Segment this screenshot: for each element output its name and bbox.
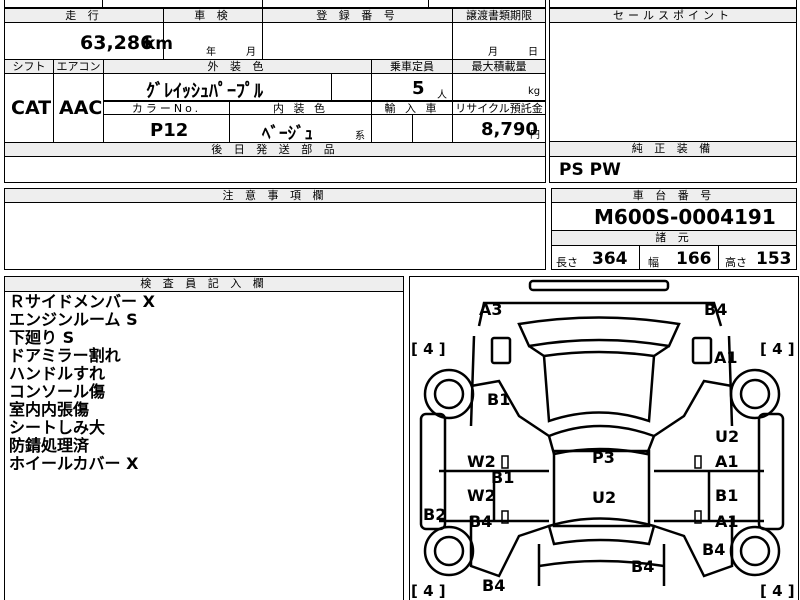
capacity-unit: 人 bbox=[437, 90, 447, 101]
shift-value: CAT bbox=[11, 97, 52, 119]
registration-cell bbox=[262, 22, 453, 60]
specs-height-label: 高さ bbox=[725, 256, 747, 269]
exterior-color-sub-cell bbox=[331, 73, 372, 101]
specs-height-value: 153 bbox=[756, 249, 792, 269]
mileage-value: 63,286 bbox=[80, 32, 154, 54]
inspector-note: エンジンルーム S bbox=[9, 310, 138, 329]
notes-header: 注 意 事 項 欄 bbox=[4, 188, 546, 203]
chassis-value: M600S-0004191 bbox=[594, 205, 776, 229]
notes-cell bbox=[4, 202, 546, 270]
interior-color-header: 内 装 色 bbox=[229, 101, 372, 115]
genuine-equipment-value: PS PW bbox=[559, 160, 621, 180]
transfer-header: 譲渡書類期限 bbox=[452, 8, 546, 23]
aircon-header: エアコン bbox=[53, 59, 104, 74]
specs-header: 諸 元 bbox=[551, 230, 797, 246]
inspection-year-unit: 年 bbox=[206, 47, 216, 58]
inspector-note: ハンドルすれ bbox=[9, 364, 106, 383]
damage-mark: A1 bbox=[714, 348, 738, 367]
later-parts-header: 後 日 発 送 部 品 bbox=[4, 142, 546, 157]
max-load-header: 最大積載量 bbox=[452, 59, 546, 74]
color-no-value: P12 bbox=[150, 120, 189, 141]
damage-mark: B4 bbox=[482, 576, 506, 595]
damage-mark: P3 bbox=[592, 448, 615, 467]
damage-mark: B4 bbox=[702, 540, 726, 559]
inspector-note: 室内内張傷 bbox=[9, 400, 90, 419]
specs-length-value: 364 bbox=[592, 249, 628, 269]
damage-mark: W2 bbox=[467, 486, 496, 505]
inspector-note: ホイールカバー X bbox=[9, 454, 139, 473]
import-cell-left bbox=[371, 114, 413, 143]
tire-rl-value: 4 bbox=[423, 582, 434, 600]
registration-header: 登 録 番 号 bbox=[262, 8, 453, 23]
inspection-header: 車 検 bbox=[163, 8, 263, 23]
top-strip-divider bbox=[102, 0, 103, 8]
damage-mark: B4 bbox=[631, 557, 655, 576]
mileage-header: 走 行 bbox=[4, 8, 164, 23]
specs-length-label: 長さ bbox=[556, 256, 578, 269]
inspector-note: 防錆処理済 bbox=[9, 436, 90, 455]
inspector-note: コンソール傷 bbox=[9, 382, 106, 401]
car-diagram bbox=[419, 279, 785, 586]
damage-mark: A1 bbox=[715, 512, 739, 531]
damage-mark: B2 bbox=[423, 505, 447, 524]
sales-point-header: セールスポイント bbox=[549, 8, 797, 23]
top-strip bbox=[4, 0, 546, 8]
inspector-notes-list: Ｒサイドメンバー X エンジンルーム S 下廻り S ドアミラー割れ ハンドルす… bbox=[9, 293, 155, 473]
inspector-header: 検 査 員 記 入 欄 bbox=[4, 276, 404, 292]
damage-mark: B1 bbox=[487, 390, 511, 409]
interior-color-suffix: 系 bbox=[355, 131, 365, 142]
exterior-color-header: 外 装 色 bbox=[103, 59, 372, 74]
transfer-day-unit: 日 bbox=[528, 47, 538, 58]
damage-mark: B4 bbox=[704, 300, 728, 319]
damage-mark: U2 bbox=[715, 427, 740, 446]
inspector-note: シートしみ大 bbox=[9, 418, 106, 437]
specs-width-value: 166 bbox=[676, 249, 712, 269]
damage-mark: B4 bbox=[469, 512, 493, 531]
inspector-note: 下廻り S bbox=[9, 328, 75, 347]
tire-rr-label: [ 4 ] bbox=[760, 582, 795, 600]
genuine-equipment-header: 純 正 装 備 bbox=[549, 141, 797, 157]
tire-fr-label: [ 4 ] bbox=[760, 340, 795, 358]
chassis-header: 車 台 番 号 bbox=[551, 188, 797, 203]
exterior-color-value: ｸﾞﾚｲｯｼｭﾊﾟｰﾌﾟﾙ bbox=[146, 81, 263, 102]
damage-mark: A3 bbox=[479, 300, 503, 319]
aircon-value: AAC bbox=[59, 97, 103, 119]
specs-width-label: 幅 bbox=[648, 256, 659, 269]
inspection-month-unit: 月 bbox=[246, 47, 256, 58]
inspector-note: ドアミラー割れ bbox=[9, 346, 121, 365]
damage-mark: B1 bbox=[491, 468, 515, 487]
damage-mark: B1 bbox=[715, 486, 739, 505]
tire-rl-label: [ 4 ] bbox=[411, 582, 446, 600]
damage-mark: A1 bbox=[715, 452, 739, 471]
max-load-unit: kg bbox=[528, 86, 541, 97]
sales-point-cell bbox=[549, 22, 797, 142]
interior-color-value: ﾍﾞｰｼﾞｭ bbox=[262, 124, 313, 144]
damage-mark: U2 bbox=[592, 488, 617, 507]
recycle-unit: 円 bbox=[530, 130, 540, 141]
tire-fl-label: [ 4 ] bbox=[411, 340, 446, 358]
capacity-value: 5 bbox=[412, 78, 425, 99]
tire-fl-value: 4 bbox=[423, 340, 434, 358]
import-header: 輸 入 車 bbox=[371, 101, 453, 115]
shift-header: シフト bbox=[4, 59, 54, 74]
color-no-header: カラーNo. bbox=[103, 101, 230, 115]
capacity-header: 乗車定員 bbox=[371, 59, 453, 74]
top-strip-right bbox=[549, 0, 797, 8]
later-parts-cell bbox=[4, 156, 546, 183]
top-strip-divider bbox=[428, 0, 429, 8]
transfer-month-unit: 月 bbox=[488, 47, 498, 58]
import-cell-right bbox=[412, 114, 453, 143]
inspector-note: Ｒサイドメンバー X bbox=[9, 292, 155, 311]
recycle-header: リサイクル預託金 bbox=[452, 101, 546, 115]
top-strip-divider bbox=[262, 0, 263, 8]
tire-rr-value: 4 bbox=[772, 582, 783, 600]
tire-fr-value: 4 bbox=[772, 340, 783, 358]
